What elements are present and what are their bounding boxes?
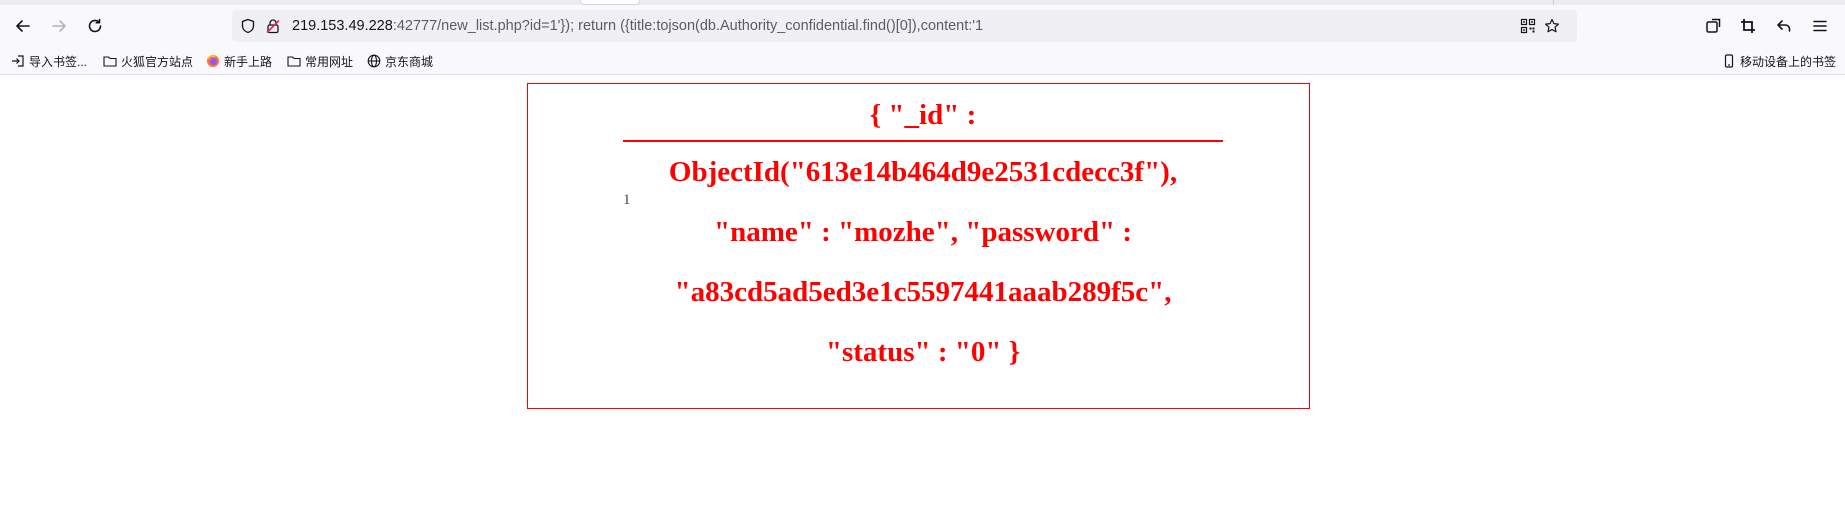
- news-title: { "_id" : ObjectId("613e14b464d9e2531cde…: [623, 91, 1223, 382]
- insecure-lock-icon[interactable]: [265, 18, 281, 34]
- crop-icon: [1741, 19, 1755, 33]
- reload-button[interactable]: [80, 12, 110, 40]
- bookmark-jd[interactable]: 京东商城: [367, 51, 433, 71]
- screenshot-button[interactable]: [1733, 12, 1763, 40]
- arrow-left-icon: [16, 20, 30, 32]
- bookmark-label: 火狐官方站点: [121, 54, 194, 69]
- undo-arrow-icon: [1777, 20, 1791, 32]
- globe-icon: [367, 54, 381, 68]
- title-line: "a83cd5ad5ed3e1c5597441aaab289f5c",: [674, 276, 1172, 308]
- forward-button[interactable]: [44, 12, 74, 40]
- title-line: { "_id" :: [623, 91, 1223, 142]
- import-icon: [12, 55, 24, 67]
- bookmark-folder-official[interactable]: 火狐官方站点: [103, 51, 193, 71]
- menu-button[interactable]: [1805, 12, 1835, 40]
- reload-icon: [88, 18, 102, 33]
- undo-button[interactable]: [1769, 12, 1799, 40]
- bookmarks-toolbar: 导入书签... 火狐官方站点 新手上路 常用网址 京东商城 移动设备上的书签: [0, 47, 1845, 75]
- puzzle-share-icon: [1706, 18, 1721, 33]
- qr-code-icon[interactable]: [1520, 18, 1536, 34]
- hamburger-menu-icon: [1813, 20, 1827, 32]
- navigation-toolbar: 219.153.49.228:42777/new_list.php?id=1'}…: [0, 5, 1845, 47]
- bookmark-getting-started[interactable]: 新手上路: [206, 51, 272, 71]
- folder-icon: [103, 56, 117, 67]
- bookmark-label: 京东商城: [385, 54, 434, 69]
- title-line: ObjectId("613e14b464d9e2531cdecc3f"),: [668, 156, 1178, 188]
- page-content: 1 { "_id" : ObjectId("613e14b464d9e2531c…: [0, 75, 1845, 512]
- bookmark-import[interactable]: 导入书签...: [11, 51, 87, 71]
- title-line: "name" : "mozhe", "password" :: [714, 216, 1132, 248]
- bookmark-label: 新手上路: [224, 54, 273, 69]
- url-host: 219.153.49.228: [292, 18, 393, 34]
- bookmark-folder-common[interactable]: 常用网址: [287, 51, 353, 71]
- mobile-icon: [1724, 54, 1734, 68]
- address-bar[interactable]: 219.153.49.228:42777/new_list.php?id=1'}…: [232, 10, 1577, 42]
- shield-icon[interactable]: [240, 18, 256, 34]
- bookmark-star-icon[interactable]: [1544, 18, 1560, 34]
- bookmark-label: 移动设备上的书签: [1740, 54, 1837, 69]
- folder-icon: [287, 56, 301, 67]
- title-line: "status" : "0" }: [825, 336, 1021, 368]
- arrow-right-icon: [52, 20, 66, 32]
- extensions-button[interactable]: [1698, 12, 1728, 40]
- url-path: :42777/new_list.php?id=1'}); return ({ti…: [392, 18, 984, 34]
- back-button[interactable]: [8, 12, 38, 40]
- bookmark-mobile[interactable]: 移动设备上的书签: [1722, 51, 1836, 71]
- firefox-icon: [207, 55, 219, 67]
- bookmark-label: 导入书签...: [29, 54, 88, 69]
- url-text[interactable]: 219.153.49.228:42777/new_list.php?id=1'}…: [292, 10, 983, 42]
- bookmark-label: 常用网址: [305, 54, 354, 69]
